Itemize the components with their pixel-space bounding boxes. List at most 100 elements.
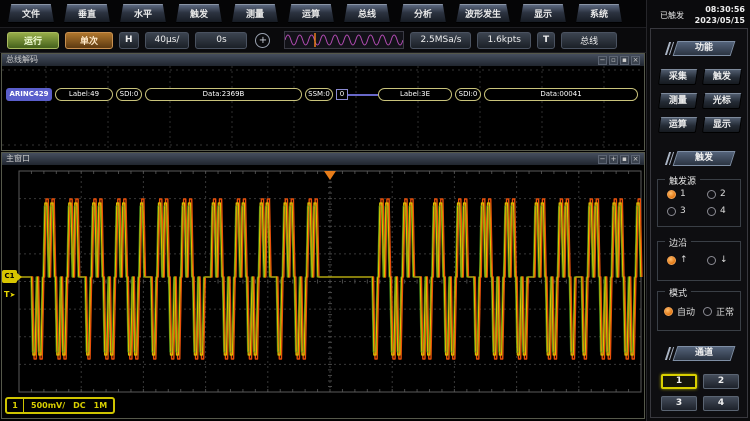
radio-icon [667,207,676,216]
close-icon[interactable]: × [631,155,640,164]
channel1-level-marker[interactable]: C1 [2,270,17,283]
decode-grid [2,66,644,149]
channel1-settings-badge[interactable]: 1 500mV/ DC 1M [5,397,115,414]
zoom-icon[interactable]: + [255,33,270,48]
decode-frame-sdi2[interactable]: SDI:0 [455,88,481,101]
fn-display-button[interactable]: 显示 [702,117,742,133]
control-sidebar: 已触发 08:30:56 2023/05/15 功能 采集 触发 测量 光标 运… [646,0,750,421]
radio-icon [707,256,716,265]
waveform-preview-strip[interactable] [284,31,404,49]
menu-vertical[interactable]: 垂直 [64,4,110,23]
fn-math-button[interactable]: 运算 [658,117,698,133]
channel-1-button[interactable]: 1 [661,374,697,389]
decode-frame-ssm[interactable]: SSM:0 [305,88,333,101]
main-window-title: 主窗口 [6,153,30,165]
radio-icon [664,307,673,316]
trigger-status-label: 已触发 [660,10,684,21]
radio-icon [707,190,716,199]
bus-button[interactable]: 总线 [561,32,617,49]
trigger-badge: T [537,32,555,49]
menu-file[interactable]: 文件 [8,4,54,23]
channel-coupling: DC [73,401,86,410]
radio-icon [667,256,676,265]
trigger-level-marker[interactable]: T➤ [4,290,15,299]
menu-analysis[interactable]: 分析 [400,4,446,23]
channel-2-button[interactable]: 2 [703,374,739,389]
maximize-icon[interactable]: ▪ [620,155,629,164]
menu-bar: 文件 垂直 水平 触发 测量 运算 总线 分析 波形发生 显示 系统 [0,0,646,27]
radio-icon [703,307,712,316]
minimize-icon[interactable]: − [598,155,607,164]
source-radio-1[interactable]: 1 [667,189,686,199]
mode-normal-radio[interactable]: 正常 [703,305,734,318]
restore-icon[interactable]: ▫ [609,56,618,65]
sample-rate-button[interactable]: 2.5MSa/s [410,32,471,49]
fn-acquire-button[interactable]: 采集 [658,69,698,85]
maximize-icon[interactable]: ▪ [620,56,629,65]
edge-falling-radio[interactable]: ↓ [707,255,728,265]
menu-system[interactable]: 系统 [576,4,622,23]
source-radio-2[interactable]: 2 [707,189,726,199]
trigger-panel-header[interactable]: 触发 [675,151,733,166]
timebase-button[interactable]: 40μs/ [145,32,190,49]
minimize-icon[interactable]: − [598,56,607,65]
fn-cursor-button[interactable]: 光标 [702,93,742,109]
close-icon[interactable]: × [631,56,640,65]
channel-header-label: 通道 [675,346,733,361]
memory-depth-button[interactable]: 1.6kpts [477,32,530,49]
bus-decode-window: 总线解码 − ▫ ▪ × ARINC429 Label:49 SDI:0 Dat… [1,53,645,151]
channel-number: 1 [7,401,23,410]
channel-3-button[interactable]: 3 [661,396,697,411]
menu-display[interactable]: 显示 [520,4,566,23]
radio-icon [707,207,716,216]
trigger-position-icon[interactable] [324,171,336,180]
menu-trigger[interactable]: 触发 [176,4,222,23]
bus-idle-line [348,94,378,96]
edge-label: 边沿 [665,236,691,249]
source-radio-4[interactable]: 4 [707,206,726,216]
channel-4-button[interactable]: 4 [703,396,739,411]
source-radio-3[interactable]: 3 [667,206,686,216]
menu-math[interactable]: 运算 [288,4,334,23]
single-button[interactable]: 单次 [65,32,113,49]
fn-trigger-button[interactable]: 触发 [702,69,742,85]
menu-wavegen[interactable]: 波形发生 [456,4,510,23]
trigger-header-label: 触发 [675,151,733,166]
clock: 08:30:56 2023/05/15 [695,4,745,26]
decode-frame-data2[interactable]: Data:00041 [484,88,638,101]
fn-measure-button[interactable]: 测量 [658,93,698,109]
menu-bus[interactable]: 总线 [344,4,390,23]
date-text: 2023/05/15 [695,15,745,26]
decode-frame-label2[interactable]: Label:3E [378,88,452,101]
horizontal-offset-button[interactable]: 0s [195,32,247,49]
channel-panel-header[interactable]: 通道 [675,346,733,361]
trigger-arrow-icon: ➤ [9,291,15,299]
trigger-source-group: 触发源 [657,179,741,227]
channel-scale: 500mV/ [31,401,65,410]
decode-titlebar[interactable]: 总线解码 − ▫ ▪ × [2,54,644,66]
decode-bit-box[interactable]: 0 [336,89,348,100]
function-header-label: 功能 [675,41,733,56]
decode-window-controls: − ▫ ▪ × [598,56,640,65]
menu-measure[interactable]: 测量 [232,4,278,23]
decode-lane: ARINC429 Label:49 SDI:0 Data:2369B SSM:0… [2,66,644,149]
run-button[interactable]: 运行 [7,32,59,49]
decode-frame-label[interactable]: Label:49 [55,88,113,101]
menu-horizontal[interactable]: 水平 [120,4,166,23]
mode-auto-radio[interactable]: 自动 [664,305,695,318]
horizontal-badge: H [119,32,139,49]
trigger-source-label: 触发源 [665,174,700,187]
main-titlebar[interactable]: 主窗口 − + ▪ × [2,153,644,165]
waveform-graticule-area[interactable]: C1 T➤ 1 500mV/ DC 1M [2,165,644,418]
edge-rising-radio[interactable]: ↑ [667,255,688,265]
function-panel-header[interactable]: 功能 [675,41,733,56]
acquisition-toolbar: 运行 单次 H 40μs/ 0s + 2.5MSa/s 1.6kpts T 总线 [0,27,646,53]
radio-icon [667,190,676,199]
bus-type-badge[interactable]: ARINC429 [6,88,52,101]
oscilloscope-screen: 文件 垂直 水平 触发 测量 运算 总线 分析 波形发生 显示 系统 运行 单次… [0,0,750,421]
main-waveform-window: 主窗口 − + ▪ × C1 T➤ 1 500mV/ DC 1M [1,152,645,419]
decode-frame-data[interactable]: Data:2369B [145,88,302,101]
decode-frame-sdi[interactable]: SDI:0 [116,88,142,101]
preview-sine-icon [285,32,403,48]
zoom-in-icon[interactable]: + [609,155,618,164]
